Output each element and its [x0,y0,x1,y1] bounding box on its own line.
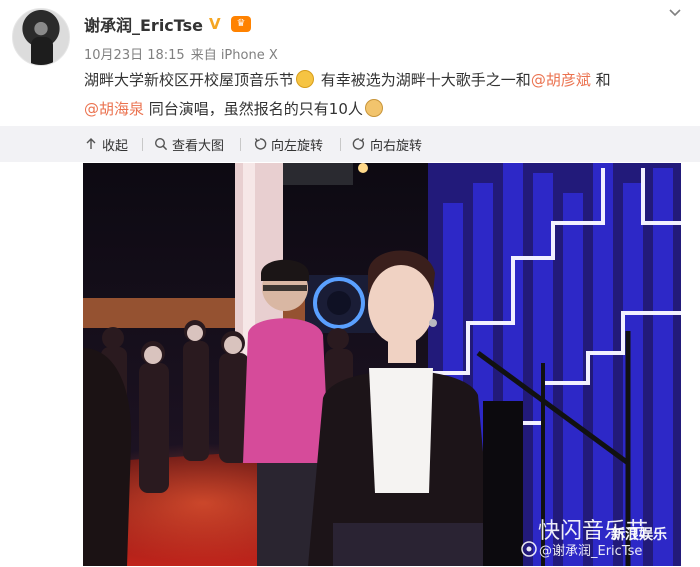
collapse-label: 收起 [102,138,129,154]
post-text: 湖畔大学新校区开校屋顶音乐节 有幸被选为湖畔十大歌手之一和@胡彦斌 和 @胡海泉 … [84,66,674,124]
rotate-right-label: 向右旋转 [370,138,423,154]
toolbar-divider [240,138,241,151]
cat-emoji-icon [364,99,383,117]
mention-link-hu-yanbin[interactable]: @胡彦斌 [531,71,591,89]
username-link[interactable]: 谢承润_EricTse [84,12,203,36]
scream-emoji-icon [296,70,315,88]
verified-icon: V [208,15,221,33]
magnifier-icon [154,137,168,151]
post-text-part1: 湖畔大学新校区开校屋顶音乐节 [84,71,295,89]
rotate-right-icon [352,138,365,150]
chevron-down-icon[interactable] [668,6,682,20]
rotate-right-button[interactable]: 向右旋转 [352,126,422,162]
user-header: 谢承润_EricTse V ♛ [84,12,251,36]
mention-link-hu-haiquan[interactable]: @胡海泉 [84,100,144,118]
post-text-part2: 有幸被选为湖畔十大歌手之一和 [320,71,531,89]
watermark-user: @谢承润_EricTse [539,543,642,559]
post-photo[interactable]: 快闪音乐节 @谢承润_EricTse 新浪娱乐 [83,163,681,566]
concert-photo-illustration: 快闪音乐节 @谢承润_EricTse 新浪娱乐 [83,163,681,566]
image-toolbar: 收起 查看大图 向左旋转 向右旋转 [0,126,700,162]
post-text-part3: 和 [595,71,611,89]
view-large-label: 查看大图 [172,138,225,154]
vip-badge-icon: ♛ [230,16,251,32]
view-large-button[interactable]: 查看大图 [154,126,224,162]
collapse-up-arrow-icon [86,138,96,149]
rotate-left-icon [254,138,267,150]
avatar[interactable] [12,8,70,66]
post-meta: 10月23日 18:15 来自 iPhone X [84,44,278,63]
post-text-part4: 同台演唱，虽然报名的只有10人 [148,100,363,118]
toolbar-divider [142,138,143,151]
collapse-button[interactable]: 收起 [84,126,128,162]
post-source: 来自 iPhone X [190,48,278,63]
watermark-brand: 新浪娱乐 [611,526,667,543]
rotate-left-label: 向左旋转 [271,138,324,154]
toolbar-divider [340,138,341,151]
rotate-left-button[interactable]: 向左旋转 [253,126,323,162]
post-timestamp[interactable]: 10月23日 18:15 [84,44,185,63]
